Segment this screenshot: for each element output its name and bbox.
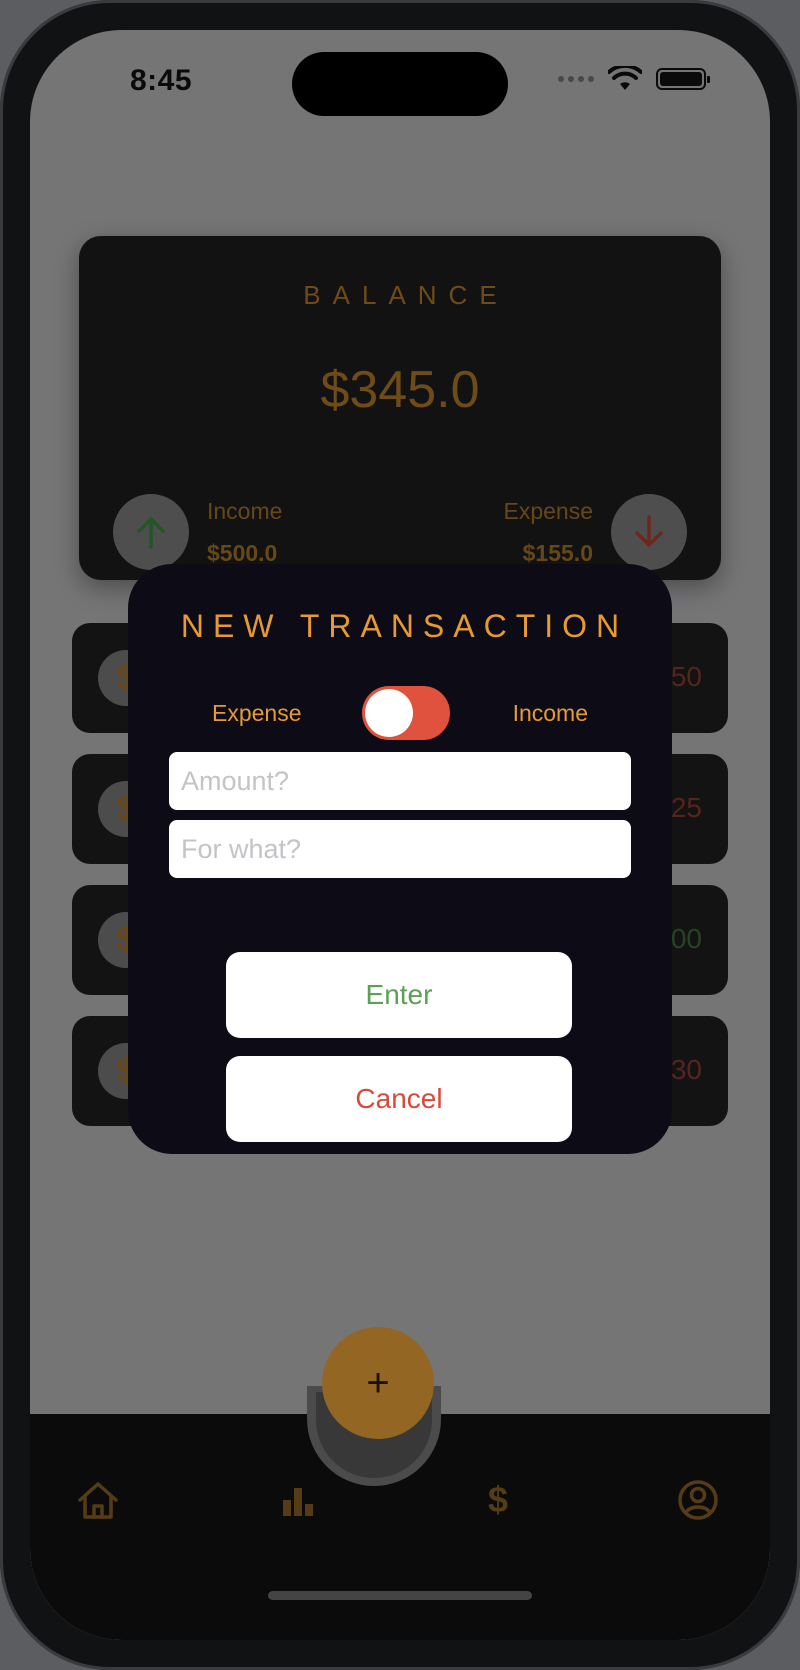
cancel-button[interactable]: Cancel [226,1056,572,1142]
toggle-expense-label: Expense [212,700,302,726]
amount-input[interactable] [169,752,631,810]
modal-title: NEW TRANSACTION [180,608,629,644]
plus-icon: + [366,1360,390,1405]
type-toggle[interactable] [362,686,450,740]
app-screen: 8:45 BALANCE $345.0 Income $500.0 Expens… [30,30,770,1640]
new-transaction-modal: NEW TRANSACTION Expense Income Enter Can… [128,564,672,1154]
enter-button[interactable]: Enter [226,952,572,1038]
phone-frame: 8:45 BALANCE $345.0 Income $500.0 Expens… [0,0,800,1670]
toggle-income-label: Income [512,700,588,726]
toggle-knob [365,689,413,737]
add-transaction-button[interactable]: + [322,1327,434,1439]
description-input[interactable] [169,820,631,878]
type-toggle-row: Expense Income [128,686,672,742]
